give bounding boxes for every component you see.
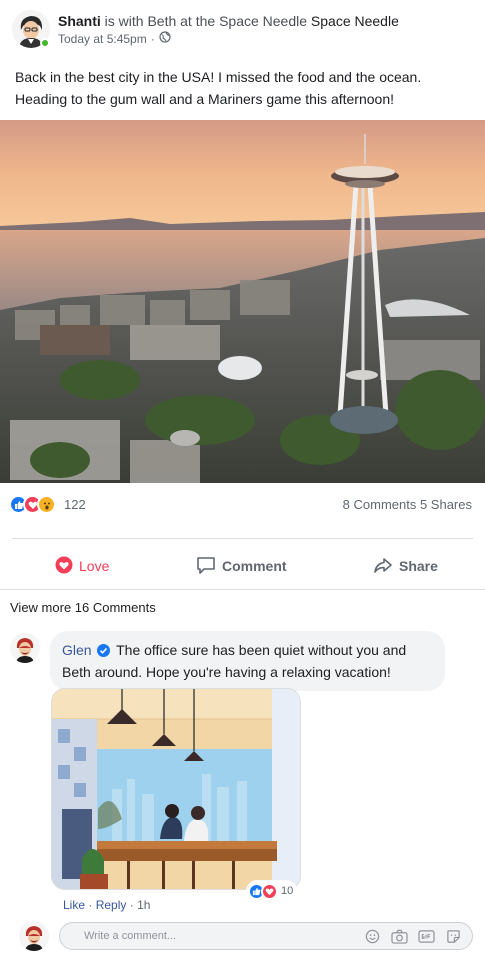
post-photo[interactable] xyxy=(0,120,485,483)
comment-input-placeholder: Write a comment... xyxy=(84,930,177,942)
place-link[interactable]: Space Needle xyxy=(311,13,399,29)
commenter-name[interactable]: Glen xyxy=(62,642,92,658)
comment-actions-separator: · xyxy=(129,898,134,912)
comment-image[interactable] xyxy=(51,688,301,890)
verified-badge-icon xyxy=(97,642,111,662)
commenter-avatar[interactable] xyxy=(10,633,40,663)
comment-time[interactable]: 1h xyxy=(137,898,150,912)
post-header-line: Shanti is with Beth at the Space Needle … xyxy=(58,12,399,30)
comment-reply-link[interactable]: Reply xyxy=(96,898,127,912)
post-body-line: Heading to the gum wall and a Mariners g… xyxy=(15,91,394,107)
comment-reaction-count: 10 xyxy=(281,885,294,897)
share-icon xyxy=(373,555,393,578)
composer-icons xyxy=(363,927,462,945)
reactions-summary[interactable]: 122 8 Comments 5 Shares xyxy=(0,494,485,516)
comment-button[interactable]: Comment xyxy=(196,548,287,584)
share-label: Share xyxy=(399,558,438,574)
post-time[interactable]: Today at 5:45pm xyxy=(58,32,147,46)
post-meta: Today at 5:45pm · xyxy=(58,31,171,46)
meta-separator: · xyxy=(150,31,155,46)
online-status-dot xyxy=(40,38,50,48)
globe-icon[interactable] xyxy=(159,31,171,46)
love-icon xyxy=(261,882,278,900)
divider xyxy=(0,589,485,590)
divider xyxy=(12,538,473,539)
view-more-comments[interactable]: View more 16 Comments xyxy=(10,600,156,615)
comment-icon xyxy=(196,555,216,578)
current-user-avatar[interactable] xyxy=(19,921,49,951)
post-body-line: Back in the best city in the USA! I miss… xyxy=(15,69,422,85)
with-text: is with Beth at the Space Needle xyxy=(100,13,311,29)
gif-icon[interactable] xyxy=(417,927,435,945)
post-actions: Love Comment Share xyxy=(0,548,485,584)
comment-actions: Like · Reply · 1h xyxy=(63,898,150,912)
reaction-count[interactable]: 122 xyxy=(64,497,86,512)
reaction-icons xyxy=(9,495,56,514)
comment-input[interactable]: Write a comment... xyxy=(59,922,473,950)
comment-actions-separator: · xyxy=(88,898,93,912)
sticker-icon[interactable] xyxy=(444,927,462,945)
comment-text: The office sure has been quiet without y… xyxy=(62,642,407,680)
wow-icon xyxy=(37,495,56,514)
love-button[interactable]: Love xyxy=(55,548,109,584)
post-header: Shanti is with Beth at the Space Needle … xyxy=(12,10,472,52)
camera-icon[interactable] xyxy=(390,927,408,945)
comment-like-link[interactable]: Like xyxy=(63,898,85,912)
post-body: Back in the best city in the USA! I miss… xyxy=(15,66,475,110)
comment-image-reactions[interactable]: 10 xyxy=(246,880,298,902)
comments-shares-count[interactable]: 8 Comments 5 Shares xyxy=(343,497,472,512)
author-name[interactable]: Shanti xyxy=(58,13,101,29)
comment-label: Comment xyxy=(222,558,287,574)
emoji-icon[interactable] xyxy=(363,927,381,945)
comment-bubble: Glen The office sure has been quiet with… xyxy=(50,631,445,691)
love-icon xyxy=(55,556,73,577)
love-label: Love xyxy=(79,558,110,574)
share-button[interactable]: Share xyxy=(373,548,438,584)
